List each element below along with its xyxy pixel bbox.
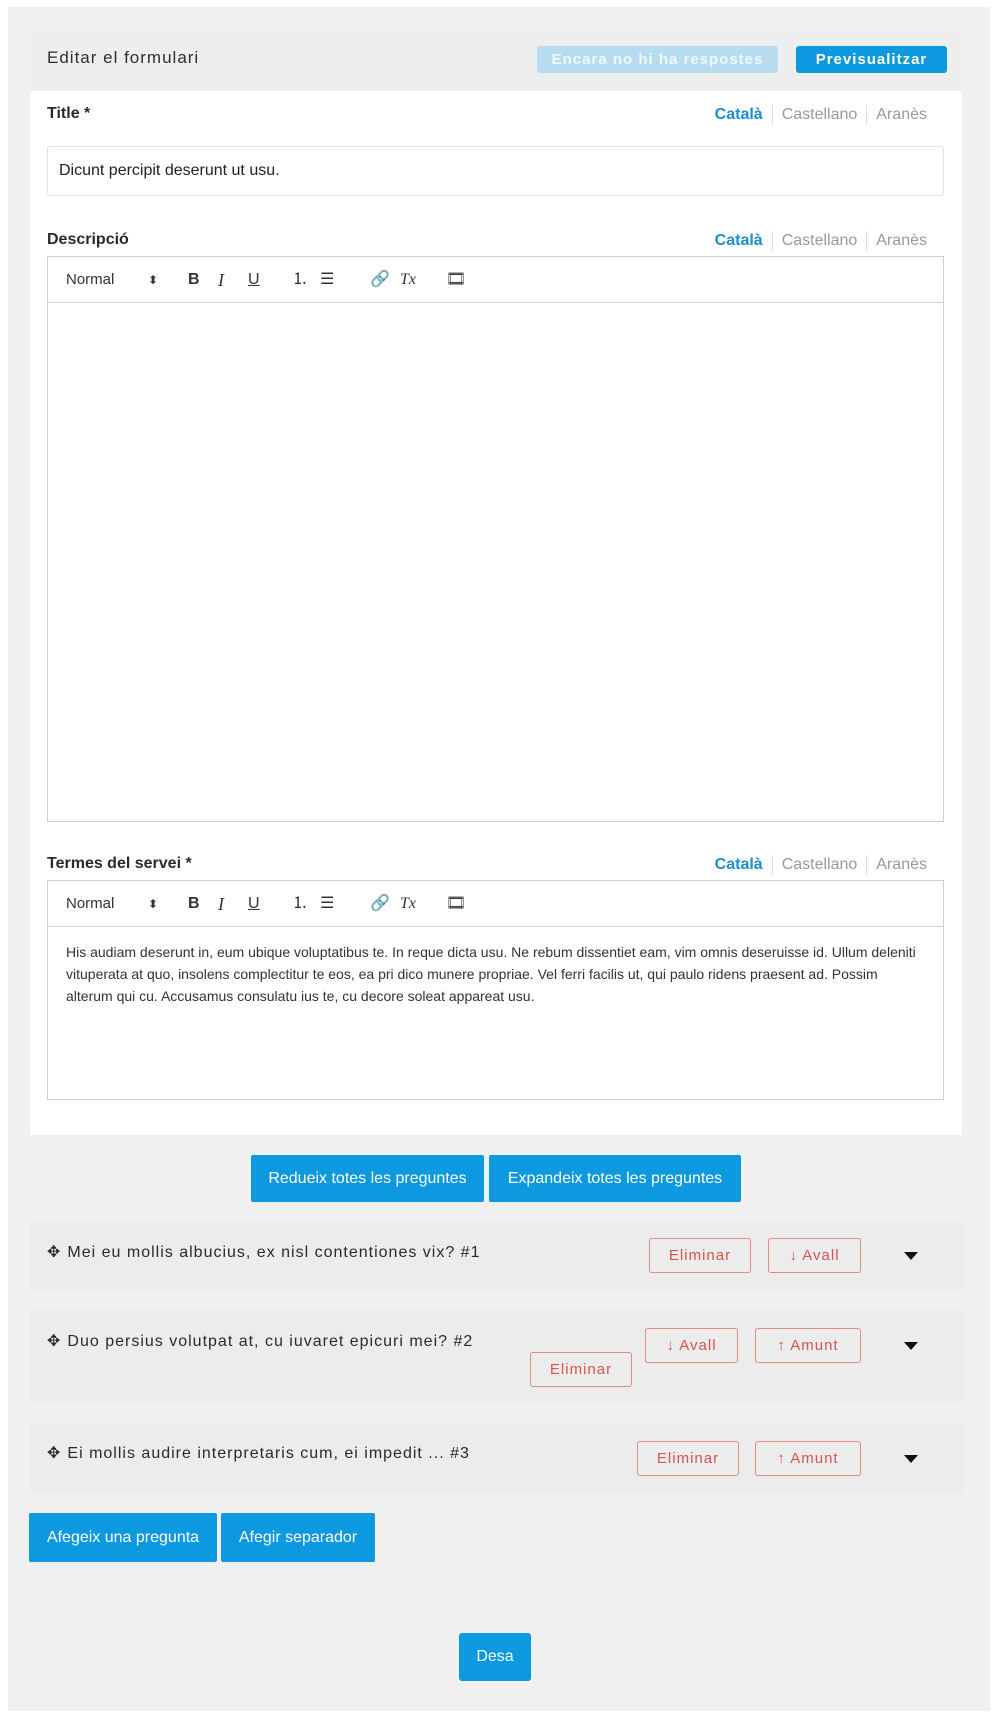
question-title-text: Ei mollis audire interpretaris cum, ei i…	[67, 1445, 470, 1462]
lang-tab-aranes[interactable]: Aranès	[866, 231, 936, 251]
select-arrows-icon: ⬍	[147, 897, 158, 911]
terms-language-tabs: Català Castellano Aranès	[706, 855, 936, 875]
lang-tab-castellano[interactable]: Castellano	[771, 105, 867, 125]
title-label: Title *	[47, 105, 91, 122]
lang-tab-catala[interactable]: Català	[706, 231, 772, 251]
move-icon[interactable]: ✥	[47, 1333, 61, 1350]
lang-tab-aranes[interactable]: Aranès	[866, 105, 936, 125]
question-title-text: Duo persius volutpat at, cu iuvaret epic…	[67, 1333, 474, 1350]
delete-question-button[interactable]: Eliminar	[530, 1352, 632, 1387]
delete-question-button[interactable]: Eliminar	[637, 1441, 739, 1476]
move-up-button[interactable]: ↑ Amunt	[755, 1328, 861, 1363]
question-item: ✥ Ei mollis audire interpretaris cum, ei …	[30, 1423, 963, 1493]
chevron-down-icon[interactable]	[904, 1455, 918, 1463]
form-editor-card: Editar el formulari Encara no hi ha resp…	[30, 28, 962, 1135]
no-answers-button: Encara no hi ha respostes	[537, 46, 778, 73]
bullet-list-icon[interactable]: ☰	[320, 269, 334, 291]
video-icon[interactable]: 🎞	[446, 893, 466, 915]
link-icon[interactable]: 🔗	[370, 269, 390, 291]
italic-button[interactable]: I	[218, 893, 224, 915]
chevron-down-icon[interactable]	[904, 1252, 918, 1260]
lang-tab-catala[interactable]: Català	[706, 105, 772, 125]
page-title: Editar el formulari	[47, 48, 200, 67]
move-icon[interactable]: ✥	[47, 1445, 61, 1462]
bold-button[interactable]: B	[188, 269, 200, 291]
lang-tab-castellano[interactable]: Castellano	[771, 855, 867, 875]
arrow-up-icon: ↑	[777, 1337, 786, 1354]
clear-format-icon[interactable]: Tx	[400, 269, 416, 291]
lang-tab-aranes[interactable]: Aranès	[866, 855, 936, 875]
description-editor-content[interactable]	[48, 303, 943, 821]
move-down-button[interactable]: ↓ Avall	[645, 1328, 738, 1363]
format-select-label: Normal	[66, 895, 115, 912]
move-icon[interactable]: ✥	[47, 1244, 61, 1261]
move-down-button[interactable]: ↓ Avall	[768, 1238, 861, 1273]
delete-question-button[interactable]: Eliminar	[649, 1238, 751, 1273]
question-title-text: Mei eu mollis albucius, ex nisl contenti…	[67, 1244, 481, 1261]
italic-button[interactable]: I	[218, 269, 224, 291]
title-input[interactable]	[47, 146, 944, 196]
add-question-button[interactable]: Afegeix una pregunta	[29, 1513, 217, 1562]
move-down-label: Avall	[679, 1337, 717, 1354]
description-label: Descripció	[47, 231, 129, 248]
editor-toolbar: Normal ⬍ B I U ⒈ ☰ 🔗 Tx 🎞	[48, 881, 943, 927]
clear-format-icon[interactable]: Tx	[400, 893, 416, 915]
select-arrows-icon: ⬍	[147, 273, 158, 287]
question-title[interactable]: ✥ Ei mollis audire interpretaris cum, ei …	[47, 1443, 470, 1463]
terms-editor-content[interactable]: His audiam deserunt in, eum ubique volup…	[48, 927, 943, 1021]
editor-toolbar: Normal ⬍ B I U ⒈ ☰ 🔗 Tx 🎞	[48, 257, 943, 303]
question-item: ✥ Duo persius volutpat at, cu iuvaret epi…	[30, 1310, 963, 1402]
lang-tab-catala[interactable]: Català	[706, 855, 772, 875]
move-up-label: Amunt	[790, 1337, 839, 1354]
move-down-label: Avall	[802, 1247, 840, 1264]
video-icon[interactable]: 🎞	[446, 269, 466, 291]
question-item: ✥ Mei eu mollis albucius, ex nisl content…	[30, 1220, 963, 1291]
collapse-all-button[interactable]: Redueix totes les preguntes	[251, 1155, 484, 1202]
arrow-down-icon: ↓	[789, 1247, 798, 1264]
question-title[interactable]: ✥ Duo persius volutpat at, cu iuvaret epi…	[47, 1331, 473, 1351]
terms-label: Termes del servei *	[47, 855, 192, 872]
description-language-tabs: Català Castellano Aranès	[706, 231, 936, 251]
expand-all-button[interactable]: Expandeix totes les preguntes	[489, 1155, 741, 1202]
ordered-list-icon[interactable]: ⒈	[292, 269, 308, 291]
question-title[interactable]: ✥ Mei eu mollis albucius, ex nisl content…	[47, 1242, 480, 1262]
arrow-up-icon: ↑	[777, 1450, 786, 1467]
format-select[interactable]: Normal ⬍	[66, 269, 158, 291]
page-background: Editar el formulari Encara no hi ha resp…	[8, 7, 990, 1711]
bold-button[interactable]: B	[188, 893, 200, 915]
move-up-label: Amunt	[790, 1450, 839, 1467]
chevron-down-icon[interactable]	[904, 1342, 918, 1350]
save-button[interactable]: Desa	[459, 1633, 531, 1681]
description-editor: Normal ⬍ B I U ⒈ ☰ 🔗 Tx 🎞	[47, 256, 944, 822]
lang-tab-castellano[interactable]: Castellano	[771, 231, 867, 251]
move-up-button[interactable]: ↑ Amunt	[755, 1441, 861, 1476]
format-select-label: Normal	[66, 271, 115, 288]
bullet-list-icon[interactable]: ☰	[320, 893, 334, 915]
preview-button[interactable]: Previsualitzar	[796, 46, 947, 73]
ordered-list-icon[interactable]: ⒈	[292, 893, 308, 915]
underline-button[interactable]: U	[248, 893, 260, 915]
arrow-down-icon: ↓	[666, 1337, 675, 1354]
title-language-tabs: Català Castellano Aranès	[706, 105, 936, 125]
link-icon[interactable]: 🔗	[370, 893, 390, 915]
underline-button[interactable]: U	[248, 269, 260, 291]
card-header: Editar el formulari Encara no hi ha resp…	[30, 28, 962, 91]
format-select[interactable]: Normal ⬍	[66, 893, 158, 915]
add-separator-button[interactable]: Afegir separador	[221, 1513, 375, 1562]
terms-editor: Normal ⬍ B I U ⒈ ☰ 🔗 Tx 🎞 His audiam des…	[47, 880, 944, 1100]
